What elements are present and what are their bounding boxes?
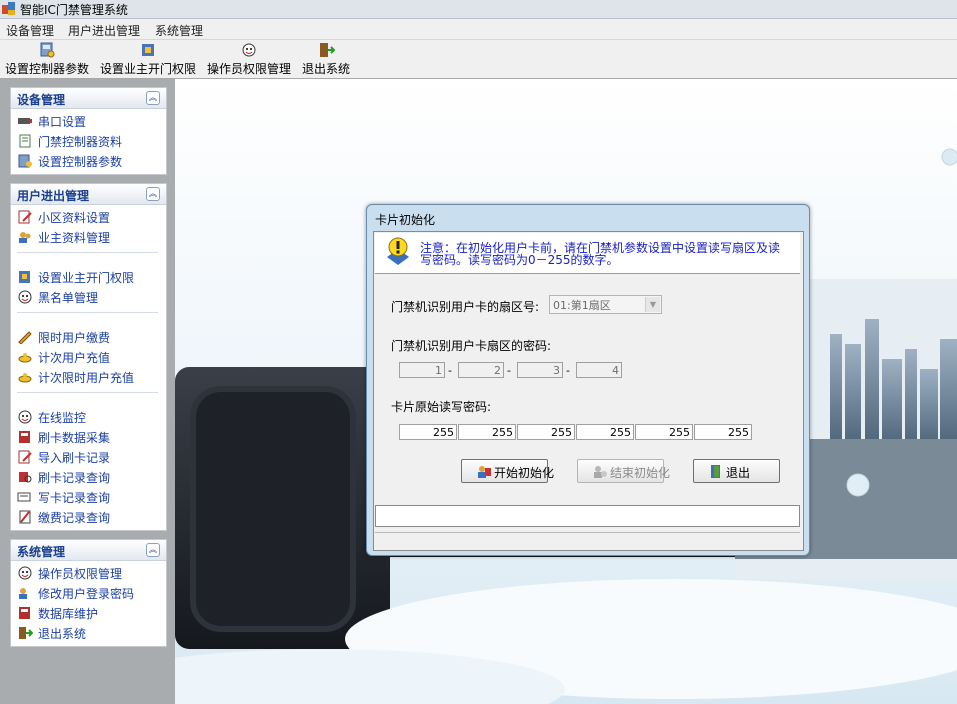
status-bar: [375, 532, 800, 533]
card-write-icon: [17, 492, 31, 502]
toolbar-exit-button[interactable]: 退出系统: [300, 42, 352, 77]
notice-box: 注意：在初始化用户卡前，请在门禁机参数设置中设置读写扇区及读写密码。读写密码为0…: [375, 233, 800, 274]
face-icon: [18, 566, 32, 580]
database-icon: [19, 607, 30, 619]
panel-device: 设备管理 ︽ 串口设置 门禁控制器资料 设置控制器参数: [10, 87, 167, 175]
divider: [17, 312, 158, 313]
original-password-field-6[interactable]: 255: [694, 424, 752, 440]
exit-door-icon: [19, 627, 33, 639]
panel-device-header[interactable]: 设备管理 ︽: [11, 88, 166, 109]
invoice-icon: [19, 510, 31, 524]
edit-icon: [18, 210, 32, 224]
coin-hand-icon: [18, 373, 32, 383]
sidebar: 设备管理 ︽ 串口设置 门禁控制器资料 设置控制器参数 用户进出管理 ︽ 小区资…: [0, 79, 175, 704]
sector-password-field-1[interactable]: 1: [399, 362, 445, 378]
exit-door-icon: [711, 465, 720, 478]
collapse-icon[interactable]: ︽: [146, 91, 160, 105]
window-title: 智能IC门禁管理系统: [20, 3, 128, 17]
sector-label: 门禁机识别用户卡的扇区号:: [391, 300, 540, 314]
user-card-icon: [594, 466, 607, 478]
app-icon: [2, 2, 15, 15]
title-bar: 智能IC门禁管理系统: [0, 0, 957, 19]
dash: -: [566, 364, 570, 377]
original-password-field-2[interactable]: 255: [458, 424, 516, 440]
toolbar-operator-permission-button[interactable]: 操作员权限管理: [206, 42, 292, 77]
edit-icon: [18, 450, 32, 464]
chevron-down-icon[interactable]: ▼: [645, 297, 660, 312]
coin-hand-icon: [18, 353, 32, 363]
dialog-body: 注意：在初始化用户卡前，请在门禁机参数设置中设置读写扇区及读写密码。读写密码为0…: [373, 231, 804, 551]
panel-user-access-header[interactable]: 用户进出管理 ︽: [11, 184, 166, 205]
sector-password-field-3[interactable]: 3: [517, 362, 563, 378]
menu-device[interactable]: 设备管理: [6, 22, 54, 39]
dash: -: [448, 364, 452, 377]
collapse-icon[interactable]: ︽: [146, 187, 160, 201]
notice-text: 注意：在初始化用户卡前，请在门禁机参数设置中设置读写扇区及读写密码。读写密码为0…: [420, 241, 781, 267]
menu-bar: 设备管理 用户进出管理 系统管理: [0, 19, 957, 40]
divider: [17, 392, 158, 393]
panel-user-access: 用户进出管理 ︽ 小区资料设置 业主资料管理 设置业主开门权限 黑名单管理 限时…: [10, 183, 167, 531]
exit-button[interactable]: 退出: [693, 459, 780, 483]
key-user-icon: [19, 588, 27, 599]
divider: [17, 252, 158, 253]
serial-port-icon: [18, 118, 32, 124]
menu-user-access[interactable]: 用户进出管理: [68, 22, 140, 39]
database-icon: [19, 431, 30, 443]
original-password-field-5[interactable]: 255: [635, 424, 693, 440]
pencil-icon: [18, 331, 32, 344]
original-password-field-4[interactable]: 255: [576, 424, 634, 440]
user-card-icon: [478, 466, 491, 478]
status-box: [375, 505, 800, 527]
menu-system[interactable]: 系统管理: [155, 22, 203, 39]
original-password-field-1[interactable]: 255: [399, 424, 457, 440]
original-password-field-3[interactable]: 255: [517, 424, 575, 440]
dash: -: [507, 364, 511, 377]
panel-system-header[interactable]: 系统管理 ︽: [11, 540, 166, 561]
device-settings-icon: [40, 42, 55, 58]
stop-init-button[interactable]: 结束初始化: [577, 459, 670, 483]
device-settings-icon: [18, 154, 32, 168]
face-icon: [18, 410, 32, 424]
door-permission-icon: [142, 44, 154, 56]
collapse-icon[interactable]: ︽: [146, 543, 160, 557]
dialog-title: 卡片初始化: [375, 213, 436, 227]
panel-system: 系统管理 ︽ 操作员权限管理 修改用户登录密码 数据库维护 退出系统: [10, 539, 167, 647]
toolbar: 设置控制器参数 设置业主开门权限 操作员权限管理 退出系统: [0, 40, 957, 79]
start-init-button[interactable]: 开始初始化: [461, 459, 554, 483]
sector-select[interactable]: 01:第1扇区 ▼: [549, 295, 662, 314]
warning-icon: [387, 237, 409, 265]
original-password-label: 卡片原始读写密码:: [391, 400, 492, 414]
face-icon: [18, 290, 32, 304]
users-icon: [19, 232, 31, 243]
sector-password-field-4[interactable]: 4: [576, 362, 622, 378]
sector-password-field-2[interactable]: 2: [458, 362, 504, 378]
card-init-dialog: 卡片初始化 注意：在初始化用户卡前，请在门禁机参数设置中设置读写扇区及读写密码。…: [366, 204, 810, 556]
operator-face-icon: [242, 43, 256, 57]
exit-door-icon: [320, 43, 335, 57]
document-icon: [19, 134, 31, 148]
sector-password-label: 门禁机识别用户卡扇区的密码:: [391, 339, 552, 353]
toolbar-door-permission-button[interactable]: 设置业主开门权限: [99, 42, 197, 77]
toolbar-controller-settings-button[interactable]: 设置控制器参数: [4, 42, 90, 77]
search-record-icon: [19, 472, 32, 483]
door-permission-icon: [19, 271, 30, 283]
